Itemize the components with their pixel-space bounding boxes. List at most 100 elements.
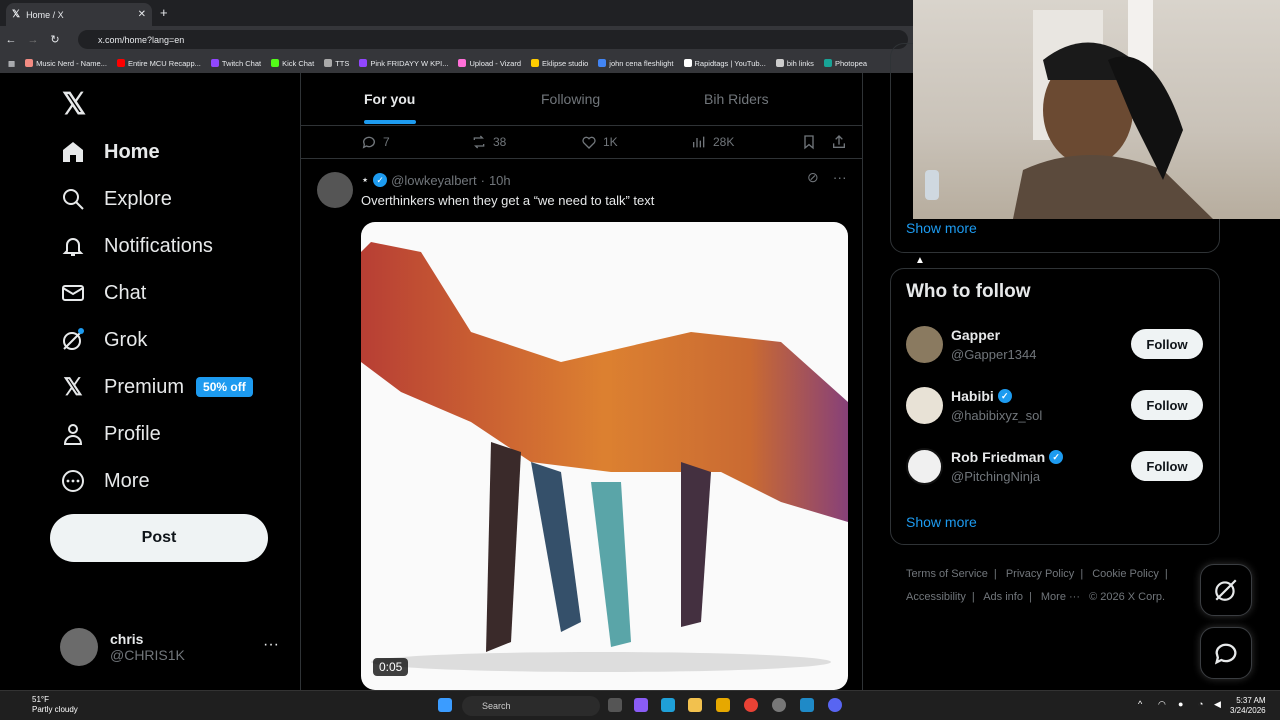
cookie-link[interactable]: Cookie Policy [1092,568,1159,580]
account-switcher[interactable]: chris @CHRIS1K ··· [60,628,279,666]
bookmark-item[interactable]: TTS [324,59,349,68]
more-link[interactable]: More ··· [1041,591,1080,603]
bookmark-favicon [823,59,832,67]
trends-show-more-link[interactable]: Show more [906,220,977,236]
bookmark-item[interactable]: Music Nerd - Name... [25,59,107,68]
heart-icon [582,136,596,149]
nav-premium[interactable]: 𝕏 Premium 50% off [60,374,253,401]
follow-suggestion[interactable]: Habibi ✓ @habibixyz_sol Follow [906,387,1211,427]
apps-grid-icon[interactable]: ▦ [8,59,15,68]
browser-tab-strip: 𝕏 Home / X ✕ + [0,0,913,26]
account-menu-icon[interactable]: ··· [263,636,279,654]
tweet-time[interactable]: 10h [489,173,511,188]
bookmark-item[interactable]: Pink FRIDAYY W KPI... [359,59,448,68]
follow-show-more-link[interactable]: Show more [906,514,977,530]
active-tab-indicator [364,120,416,124]
privacy-link[interactable]: Privacy Policy [1006,568,1074,580]
bookmark-label: bih links [786,58,814,68]
task-view-icon[interactable] [608,698,622,712]
tab-bih-riders[interactable]: Bih Riders [704,91,769,107]
address-bar-row: ← → ↻ x.com/home?lang=en [0,26,913,53]
windows-start-icon[interactable] [438,698,452,712]
obs-icon[interactable] [772,698,786,712]
taskbar-search[interactable]: Search [462,696,600,716]
close-tab-icon[interactable]: ✕ [138,9,146,20]
reply-button[interactable]: 7 [361,134,390,150]
bookmark-item[interactable]: Entire MCU Recapp... [116,59,201,68]
tab-for-you[interactable]: For you [364,91,415,107]
microphone-icon[interactable]: ● [1178,699,1190,711]
browser-tab[interactable]: 𝕏 Home / X ✕ [6,3,152,26]
follow-suggestion[interactable]: Rob Friedman ✓ @PitchingNinja Follow [906,448,1211,488]
views-icon [693,136,705,148]
bookmark-item[interactable]: Photopea [823,59,867,68]
more-icon[interactable]: ··· [833,169,847,186]
bookmark-item[interactable]: Upload - Vizard [458,59,521,68]
like-button[interactable]: 1K [581,134,618,150]
bookmark-item[interactable]: john cena fleshlight [598,59,674,68]
tray-overflow-icon[interactable]: ^ [1138,699,1150,711]
system-clock[interactable]: 5:37 AM 3/24/2026 [1230,696,1266,716]
weather-widget[interactable]: 51°F Partly cloudy [14,695,78,715]
footer-divider: | [1028,591,1032,603]
nav-grok[interactable]: Grok [60,327,147,353]
nav-home[interactable]: Home [60,139,160,165]
separator-dot: · [480,172,485,188]
ads-info-link[interactable]: Ads info [983,591,1023,603]
bookmarks-bar: ▦ Music Nerd - Name... Entire MCU Recapp… [0,53,913,73]
bookmark-item[interactable]: Rapidtags | YouTub... [683,58,766,68]
volume-icon[interactable]: ◀ [1214,699,1226,711]
horse-video-frame [361,242,848,672]
url-field[interactable]: x.com/home?lang=en [78,30,908,49]
like-count: 1K [603,135,618,149]
tab-following[interactable]: Following [541,91,600,107]
forward-icon[interactable]: → [22,34,44,46]
repost-button[interactable]: 38 [471,134,506,150]
bookmark-item[interactable]: Twitch Chat [210,59,261,68]
notepad-icon[interactable] [800,698,814,712]
x-logo-icon[interactable]: 𝕏 [62,87,86,122]
messages-fab-button[interactable] [1200,627,1252,679]
file-explorer-icon[interactable] [688,698,702,712]
chrome-icon[interactable] [744,698,758,712]
nav-notifications[interactable]: Notifications [60,233,213,259]
tweet-video[interactable]: 0:05 [361,222,848,690]
follow-button[interactable]: Follow [1131,451,1203,481]
accessibility-link[interactable]: Accessibility [906,591,966,603]
bookmark-item[interactable]: Eklipse studio [531,59,588,68]
edge-icon[interactable] [661,698,675,712]
wifi-icon[interactable]: ◔ [1198,699,1210,711]
terms-link[interactable]: Terms of Service [906,568,988,580]
nav-chat[interactable]: Chat [60,280,146,306]
bookmark-button[interactable] [801,134,817,150]
app-icon[interactable] [716,698,730,712]
share-button[interactable] [831,134,847,150]
bookmark-item[interactable]: bih links [775,58,814,68]
bookmark-favicon [359,59,368,67]
grok-icon [60,327,86,353]
copilot-icon[interactable] [634,698,648,712]
reload-icon[interactable]: ↻ [44,33,66,46]
post-button[interactable]: Post [50,514,268,562]
nav-profile[interactable]: Profile [60,421,161,447]
network-icon[interactable]: ◠ [1158,699,1170,711]
tweet-avatar[interactable] [317,172,353,208]
bookmark-label: Rapidtags | YouTub... [694,58,766,68]
repost-icon [473,135,485,149]
bookmark-favicon [683,59,692,67]
follow-suggestion[interactable]: Gapper @Gapper1344 Follow [906,326,1211,366]
nav-more[interactable]: More [60,468,150,494]
bookmark-item[interactable]: Kick Chat [271,59,314,68]
tweet-handle[interactable]: @lowkeyalbert [391,173,476,188]
new-tab-icon[interactable]: + [160,5,168,20]
nav-explore[interactable]: Explore [60,186,172,212]
back-icon[interactable]: ← [0,34,22,46]
follow-button[interactable]: Follow [1131,329,1203,359]
discord-icon[interactable] [828,698,842,712]
grok-icon [1215,579,1237,601]
grok-icon[interactable]: ⊘ [807,169,819,186]
follow-button[interactable]: Follow [1131,390,1203,420]
grok-fab-button[interactable] [1200,564,1252,616]
views-button[interactable]: 28K [691,134,734,150]
avatar [906,387,943,424]
